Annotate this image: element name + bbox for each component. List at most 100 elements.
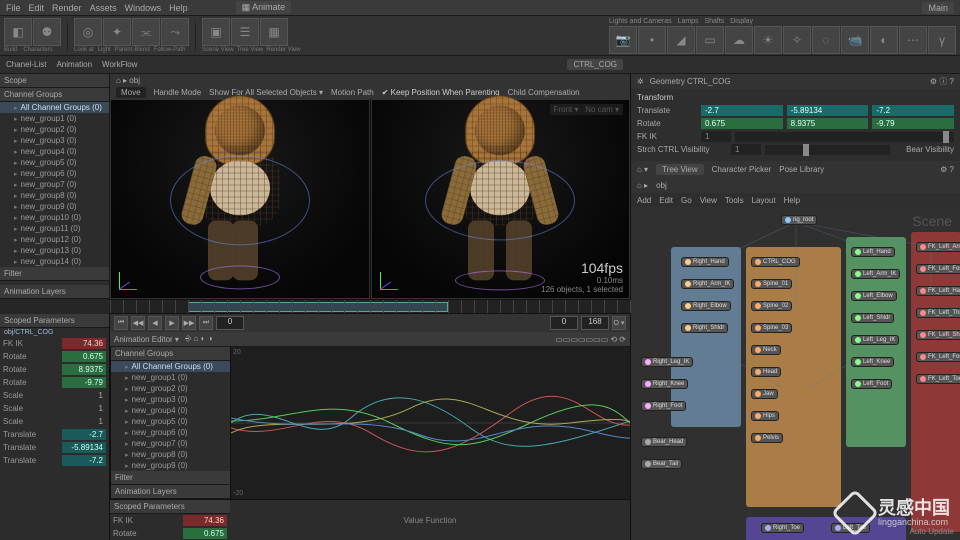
anim-editor-title[interactable]: Animation Editor ▾ bbox=[114, 335, 179, 344]
rig-node[interactable]: FK_Left_Foot bbox=[916, 352, 960, 362]
tree-item[interactable]: new_group3 (0) bbox=[111, 394, 230, 405]
stretch-slider[interactable] bbox=[765, 145, 890, 155]
subtab-workflow[interactable]: WorkFlow bbox=[102, 60, 137, 69]
rig-node[interactable]: Right_Hand bbox=[681, 257, 729, 267]
cam-front-dropdown[interactable]: Front ▾ No cam ▾ bbox=[550, 104, 623, 115]
child-comp-toggle[interactable]: Child Compensation bbox=[508, 88, 580, 97]
rig-node[interactable]: Right_Elbow bbox=[681, 301, 731, 311]
menu-assets[interactable]: Assets bbox=[90, 3, 117, 13]
tree-item[interactable]: new_group11 (0) bbox=[0, 223, 109, 234]
ne-add[interactable]: Add bbox=[637, 196, 651, 205]
tree-item[interactable]: new_group12 (0) bbox=[0, 234, 109, 245]
rig-node[interactable]: Pelvis bbox=[751, 433, 783, 443]
graph-tree[interactable]: Channel Groups All Channel Groups (0) ne… bbox=[111, 347, 231, 499]
handle-mode[interactable]: Handle Mode bbox=[154, 88, 202, 97]
frame-end[interactable]: 168 bbox=[581, 316, 609, 330]
tree-item[interactable]: new_group3 (0) bbox=[0, 135, 109, 146]
shelf-characters[interactable]: ⚉ bbox=[33, 18, 61, 46]
shelf-ambientlight[interactable]: ◌ bbox=[812, 26, 840, 54]
tree-item[interactable]: new_group6 (0) bbox=[0, 168, 109, 179]
tree-item[interactable]: new_group9 (0) bbox=[111, 460, 230, 471]
tree-item[interactable]: new_group9 (0) bbox=[0, 201, 109, 212]
param-row[interactable]: Scale1 bbox=[0, 402, 109, 415]
node-canvas[interactable]: Scene rig_root Right_Hand Right_Arm_IK R… bbox=[631, 207, 960, 540]
play-button[interactable]: ▶ bbox=[165, 316, 179, 330]
ne-tools[interactable]: Tools bbox=[725, 196, 744, 205]
subtab-animation[interactable]: Animation bbox=[56, 60, 92, 69]
param-row[interactable]: Rotate8.9375 bbox=[0, 363, 109, 376]
rig-node[interactable]: FK_Left_Fore bbox=[916, 264, 960, 274]
menu-help[interactable]: Help bbox=[169, 3, 188, 13]
tree-item[interactable]: new_group14 (0) bbox=[0, 256, 109, 267]
rig-node[interactable]: Spine_03 bbox=[751, 323, 792, 333]
rig-node[interactable]: FK_Left_Arm bbox=[916, 242, 960, 252]
rig-node[interactable]: Left_Arm_IK bbox=[851, 269, 900, 279]
param-row[interactable]: Rotate-9.79 bbox=[0, 376, 109, 389]
cg-root[interactable]: All Channel Groups (0) bbox=[0, 102, 109, 113]
param-row[interactable]: Translate-7.2 bbox=[0, 454, 109, 467]
tree-item[interactable]: new_group4 (0) bbox=[0, 146, 109, 157]
frame-start[interactable]: 0 bbox=[550, 316, 578, 330]
scope-tree[interactable]: new_group1 (0)new_group2 (0)new_group3 (… bbox=[0, 113, 109, 267]
tab-poselib[interactable]: Pose Library bbox=[779, 165, 824, 174]
menu-file[interactable]: File bbox=[6, 3, 21, 13]
param-row[interactable]: Translate-5.89134 bbox=[0, 441, 109, 454]
shelf-lookat[interactable]: ◎ bbox=[74, 18, 102, 46]
rig-node[interactable]: Right_Toe bbox=[761, 523, 804, 533]
tree-item[interactable]: new_group13 (0) bbox=[0, 245, 109, 256]
rig-node[interactable]: FK_Left_Shin bbox=[916, 330, 960, 340]
shelf-light[interactable]: ✦ bbox=[103, 18, 131, 46]
desktop-main[interactable]: Main bbox=[922, 2, 954, 14]
rig-node[interactable]: Spine_02 bbox=[751, 301, 792, 311]
param-row[interactable]: Scale1 bbox=[0, 415, 109, 428]
rig-node[interactable]: Right_Shldr bbox=[681, 323, 728, 333]
param-row[interactable]: FK IK74.36 bbox=[110, 514, 230, 527]
rx-field[interactable]: 0.675 bbox=[701, 118, 783, 129]
node-crumb[interactable]: ⌂ ▸ obj bbox=[631, 177, 960, 193]
shelf-atmosphere[interactable]: ☁ bbox=[725, 26, 753, 54]
shelf-camera2[interactable]: 📹 bbox=[841, 26, 869, 54]
fkik-slider[interactable] bbox=[735, 132, 954, 142]
rig-node[interactable]: Left_Leg_IK bbox=[851, 335, 899, 345]
menu-render[interactable]: Render bbox=[52, 3, 82, 13]
scope-filter[interactable]: Filter bbox=[0, 267, 109, 281]
rig-node[interactable]: Right_Knee bbox=[641, 379, 688, 389]
shelf-parentblend[interactable]: ⫘ bbox=[132, 18, 160, 46]
rig-node[interactable]: FK_Left_Toe bbox=[916, 374, 960, 384]
ty-field[interactable]: -5.89134 bbox=[787, 105, 869, 116]
tx-field[interactable]: -2.7 bbox=[701, 105, 783, 116]
show-all-selected[interactable]: Show For All Selected Objects ▾ bbox=[209, 88, 323, 97]
rig-node[interactable]: Jaw bbox=[751, 389, 778, 399]
subtab-ctrlcog[interactable]: CTRL_COG bbox=[567, 59, 623, 70]
ne-go[interactable]: Go bbox=[681, 196, 692, 205]
tree-item[interactable]: new_group6 (0) bbox=[111, 427, 230, 438]
shelf-camera[interactable]: 📷 bbox=[609, 26, 637, 54]
param-row[interactable]: Scale1 bbox=[0, 389, 109, 402]
rig-node[interactable]: Bear_Head bbox=[641, 437, 687, 447]
tree-item[interactable]: new_group5 (0) bbox=[0, 157, 109, 168]
rig-node[interactable]: Right_Foot bbox=[641, 401, 686, 411]
rig-node[interactable]: Left_Shldr bbox=[851, 313, 894, 323]
tree-item[interactable]: new_group5 (0) bbox=[111, 416, 230, 427]
graph-canvas[interactable]: 20 -20 bbox=[231, 347, 630, 499]
step-fwd-button[interactable]: ▶▶ bbox=[182, 316, 196, 330]
stretch-field[interactable]: 1 bbox=[731, 144, 761, 155]
shelf-vrcam[interactable]: ◐ bbox=[870, 26, 898, 54]
tz-field[interactable]: -7.2 bbox=[872, 105, 954, 116]
goto-start-button[interactable]: ⏮ bbox=[114, 316, 128, 330]
param-row[interactable]: Rotate0.675 bbox=[110, 527, 230, 540]
tab-charpicker[interactable]: Character Picker bbox=[712, 165, 772, 174]
shelf-gamma[interactable]: γ bbox=[928, 26, 956, 54]
shelf-build[interactable]: ◧ bbox=[4, 18, 32, 46]
shelf-misc[interactable]: ⋯ bbox=[899, 26, 927, 54]
rz-field[interactable]: -9.79 bbox=[872, 118, 954, 129]
play-reverse-button[interactable]: ◀ bbox=[148, 316, 162, 330]
keep-position-toggle[interactable]: ✔ Keep Position When Parenting bbox=[382, 88, 500, 97]
rig-node[interactable]: Bear_Tail bbox=[641, 459, 682, 469]
rig-node[interactable]: rig_root bbox=[781, 215, 817, 225]
tree-item[interactable]: new_group7 (0) bbox=[111, 438, 230, 449]
menu-edit[interactable]: Edit bbox=[29, 3, 45, 13]
subtab-chanlist[interactable]: Chanel-List bbox=[6, 60, 46, 69]
rig-node[interactable]: Head bbox=[751, 367, 781, 377]
tree-item[interactable]: new_group7 (0) bbox=[0, 179, 109, 190]
